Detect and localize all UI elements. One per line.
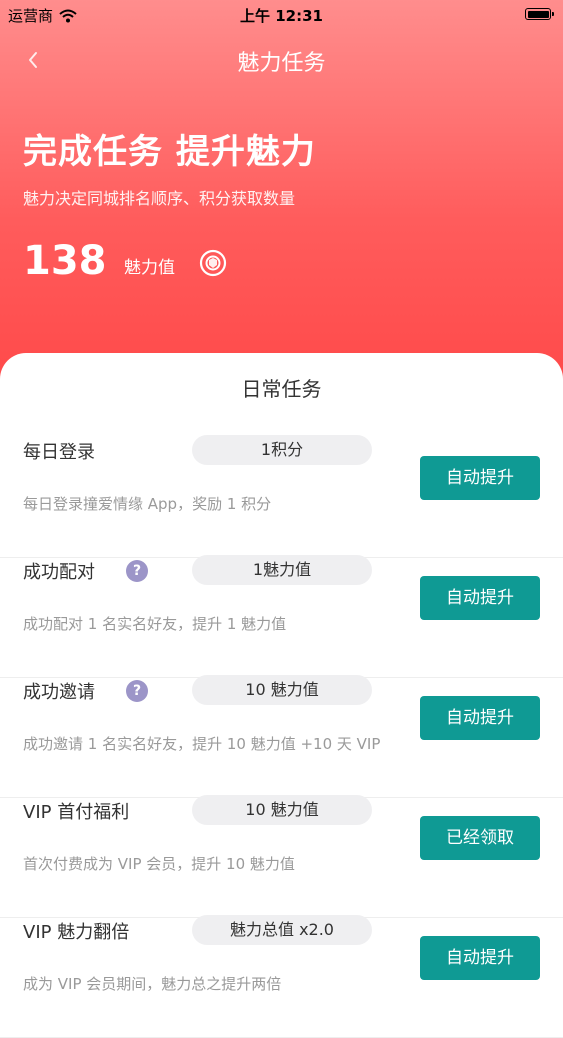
hero-title: 完成任务 提升魅力	[23, 132, 316, 172]
question-mark-icon[interactable]: ?	[126, 560, 148, 582]
reward-pill: 1积分	[192, 435, 372, 465]
task-name: VIP 首付福利	[23, 802, 130, 823]
task-row: 每日登录 1积分每日登录撞爱情缘 App，奖励 1 积分 自动提升	[0, 435, 563, 558]
reward-pill: 10 魅力值	[192, 675, 372, 705]
task-description: 成功邀请 1 名实名好友，提升 10 魅力值 +10 天 VIP	[23, 735, 381, 753]
task-description: 成功配对 1 名实名好友，提升 1 魅力值	[23, 615, 287, 633]
task-row: VIP 首付福利 10 魅力值首次付费成为 VIP 会员，提升 10 魅力值 已经领…	[0, 795, 563, 918]
reward-pill: 1魅力值	[192, 555, 372, 585]
hero-subtitle: 魅力决定同城排名顺序、积分获取数量	[23, 189, 296, 208]
task-row: 成功配对? 1魅力值成功配对 1 名实名好友，提升 1 魅力值 自动提升	[0, 555, 563, 678]
task-action-button[interactable]: 自动提升	[420, 936, 540, 980]
task-action-button[interactable]: 自动提升	[420, 696, 540, 740]
task-description: 每日登录撞爱情缘 App，奖励 1 积分	[23, 495, 272, 513]
task-name: 成功邀请	[23, 682, 95, 703]
task-row: VIP 魅力翻倍 魅力总值 x2.0 成为 VIP 会员期间，魅力总之提升两倍 自动提…	[0, 915, 563, 1038]
reward-pill: 魅力总值 x2.0	[192, 915, 372, 945]
reward-pill: 10 魅力值	[192, 795, 372, 825]
page-title: 魅力任务	[237, 51, 326, 76]
task-name: 每日登录	[23, 442, 95, 463]
battery-icon	[525, 8, 554, 20]
charm-score-value: 138	[23, 238, 107, 284]
header-banner: 运营商 上午 12:31 魅力任务 完成任务 提升魅力 魅力决定同城排名顺序、积…	[0, 0, 563, 400]
task-description: 成为 VIP 会员期间，魅力总之提升两倍	[23, 975, 282, 993]
task-action-button[interactable]: 自动提升	[420, 456, 540, 500]
status-bar: 运营商 上午 12:31	[0, 0, 563, 30]
task-row: 成功邀请? 10 魅力值成功邀请 1 名实名好友，提升 10 魅力值 +10 天 …	[0, 675, 563, 798]
charm-score-label: 魅力值	[124, 258, 175, 278]
question-mark-icon[interactable]: ?	[126, 680, 148, 702]
task-description: 首次付费成为 VIP 会员，提升 10 魅力值	[23, 855, 295, 873]
task-name: VIP 魅力翻倍	[23, 922, 130, 943]
status-time: 上午 12:31	[240, 7, 323, 25]
task-action-button[interactable]: 自动提升	[420, 576, 540, 620]
daily-task-panel: 日常任务 每日登录 1积分 每日登录撞爱情缘 App，奖励 1 积分 自动提升 成功配对…	[0, 353, 563, 1038]
section-title: 日常任务	[241, 377, 322, 401]
task-action-button[interactable]: 已经领取	[420, 816, 540, 860]
charm-badge-icon[interactable]	[199, 249, 227, 277]
task-name: 成功配对	[23, 562, 95, 583]
